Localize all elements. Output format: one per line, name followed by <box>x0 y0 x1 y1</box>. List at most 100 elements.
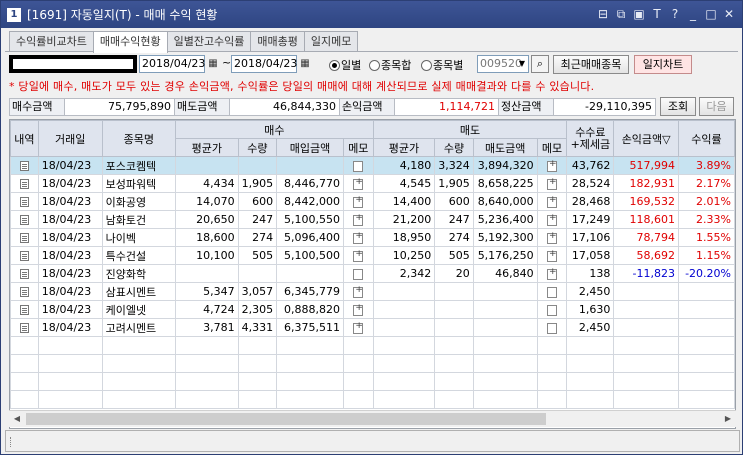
memo-add-icon[interactable] <box>353 177 364 190</box>
memo-blank-icon[interactable] <box>353 268 364 280</box>
document-icon[interactable] <box>19 287 29 297</box>
query-button[interactable]: 조회 <box>660 97 696 116</box>
col-sell-amount[interactable]: 매도금액 <box>472 138 538 157</box>
buy-memo-cell[interactable] <box>342 156 374 175</box>
recent-trades-button[interactable]: 최근매매종목 <box>553 55 629 74</box>
col-sell-avg-price[interactable]: 평균가 <box>372 138 436 157</box>
table-row[interactable]: 18/04/23케이엘넷4,7242,3050,888,820 1,630 <box>10 300 735 319</box>
table-row[interactable]: 18/04/23삼표시멘트5,3473,0576,345,779 2,450 <box>10 282 735 301</box>
memo-add-icon[interactable] <box>353 249 364 262</box>
buy-memo-cell[interactable] <box>342 282 374 301</box>
tab-return-compare-chart[interactable]: 수익률비교차트 <box>9 31 94 52</box>
document-icon[interactable] <box>19 215 29 225</box>
tab-journal-memo[interactable]: 일지메모 <box>303 31 359 52</box>
sell-memo-cell[interactable] <box>536 318 568 337</box>
sell-memo-cell[interactable] <box>536 282 568 301</box>
sell-memo-cell[interactable] <box>536 174 568 193</box>
maximize-icon[interactable]: □ <box>704 6 718 22</box>
tab-trade-review[interactable]: 매매총평 <box>250 31 305 52</box>
date-from-input[interactable]: 2018/04/23 <box>139 55 205 73</box>
col-sell-memo[interactable]: 메모 <box>536 138 568 157</box>
memo-add-icon[interactable] <box>547 159 558 172</box>
detail-doc-cell[interactable] <box>10 300 39 319</box>
font-size-icon[interactable]: T <box>650 6 664 22</box>
calendar-to-icon[interactable]: ▦ <box>298 55 312 73</box>
col-profit-loss[interactable]: 손익금액▽ <box>613 120 679 157</box>
memo-add-icon[interactable] <box>547 195 558 208</box>
title-bar[interactable]: 1 [1691] 자동일지(T) - 매매 수익 현황 ⊟ ⧉ ▣ T ? _ … <box>1 1 742 28</box>
sell-memo-cell[interactable] <box>536 156 568 175</box>
document-icon[interactable] <box>19 233 29 243</box>
col-trade-date[interactable]: 거래일 <box>37 120 103 157</box>
buy-memo-cell[interactable] <box>342 192 374 211</box>
col-return-rate[interactable]: 수익률 <box>677 120 735 157</box>
col-sell-qty[interactable]: 수량 <box>434 138 474 157</box>
document-icon[interactable] <box>19 323 29 333</box>
detail-doc-cell[interactable] <box>10 174 39 193</box>
date-to-input[interactable]: 2018/04/23 <box>231 55 297 73</box>
document-icon[interactable] <box>19 179 29 189</box>
detail-doc-cell[interactable] <box>10 282 39 301</box>
col-stock-name[interactable]: 종목명 <box>101 120 177 157</box>
col-fee-tax[interactable]: 수수료 +제세금 <box>566 120 615 157</box>
tab-daily-balance-return[interactable]: 일별잔고수익률 <box>166 31 252 52</box>
table-row[interactable]: 18/04/23고려시멘트3,7814,3316,375,511 2,450 <box>10 318 735 337</box>
buy-memo-cell[interactable] <box>342 264 374 283</box>
table-row[interactable]: 18/04/23나이벡18,6002745,096,40018,9502745,… <box>10 228 735 247</box>
detail-doc-cell[interactable] <box>10 210 39 229</box>
col-detail[interactable]: 내역 <box>10 120 39 157</box>
memo-add-icon[interactable] <box>353 285 364 298</box>
sell-memo-cell[interactable] <box>536 192 568 211</box>
sell-memo-cell[interactable] <box>536 210 568 229</box>
detail-doc-cell[interactable] <box>10 318 39 337</box>
memo-add-icon[interactable] <box>547 213 558 226</box>
memo-add-icon[interactable] <box>547 267 558 280</box>
sell-memo-cell[interactable] <box>536 300 568 319</box>
print-icon[interactable]: ▣ <box>632 6 646 22</box>
buy-memo-cell[interactable] <box>342 318 374 337</box>
detail-doc-cell[interactable] <box>10 192 39 211</box>
memo-blank-icon[interactable] <box>547 304 558 316</box>
radio-by-stock[interactable]: 종목별 <box>421 57 463 73</box>
table-row[interactable]: 18/04/23보성파워텍4,4341,9058,446,7704,5451,9… <box>10 174 735 193</box>
sell-memo-cell[interactable] <box>536 246 568 265</box>
col-buy-qty[interactable]: 수량 <box>237 138 278 157</box>
link-window-icon[interactable]: ⊟ <box>596 6 610 22</box>
radio-by-stock-dot[interactable] <box>421 59 432 71</box>
next-button[interactable]: 다음 <box>699 97 734 116</box>
buy-memo-cell[interactable] <box>342 228 374 247</box>
detail-doc-cell[interactable] <box>10 246 39 265</box>
chevron-down-icon[interactable]: ▼ <box>516 56 528 72</box>
detail-doc-cell[interactable] <box>10 264 39 283</box>
buy-memo-cell[interactable] <box>342 300 374 319</box>
memo-add-icon[interactable] <box>547 177 558 190</box>
table-row[interactable]: 18/04/23진양화학 2,3422046,840 138-11,823-20.2… <box>10 264 735 283</box>
search-icon[interactable]: ⌕ <box>531 55 549 73</box>
horizontal-scrollbar[interactable]: ◀ ▶ <box>9 410 736 427</box>
close-icon[interactable]: ✕ <box>722 6 736 22</box>
col-buy-memo[interactable]: 메모 <box>342 138 374 157</box>
table-row[interactable]: 18/04/23이화공영14,0706008,442,00014,4006008… <box>10 192 735 211</box>
table-row[interactable]: 18/04/23포스코켐텍 4,1803,3243,894,320 43,76251… <box>10 156 735 175</box>
memo-add-icon[interactable] <box>353 321 364 334</box>
buy-memo-cell[interactable] <box>342 210 374 229</box>
radio-stock-sum[interactable]: 종목합 <box>369 57 411 73</box>
memo-add-icon[interactable] <box>547 231 558 244</box>
memo-blank-icon[interactable] <box>547 286 558 298</box>
memo-add-icon[interactable] <box>547 249 558 262</box>
journal-chart-button[interactable]: 일지차트 <box>634 55 692 74</box>
document-icon[interactable] <box>19 197 29 207</box>
radio-daily[interactable]: 일별 <box>329 57 361 73</box>
scroll-right-icon[interactable]: ▶ <box>720 411 736 427</box>
table-row[interactable]: 18/04/23특수건설10,1005055,100,50010,2505055… <box>10 246 735 265</box>
memo-add-icon[interactable] <box>353 303 364 316</box>
detail-doc-cell[interactable] <box>10 156 39 175</box>
account-input[interactable] <box>9 55 137 73</box>
buy-memo-cell[interactable] <box>342 174 374 193</box>
radio-daily-dot[interactable] <box>329 59 340 71</box>
memo-blank-icon[interactable] <box>547 322 558 334</box>
memo-blank-icon[interactable] <box>353 160 364 172</box>
scroll-left-icon[interactable]: ◀ <box>9 411 25 427</box>
document-icon[interactable] <box>19 269 29 279</box>
sell-memo-cell[interactable] <box>536 264 568 283</box>
